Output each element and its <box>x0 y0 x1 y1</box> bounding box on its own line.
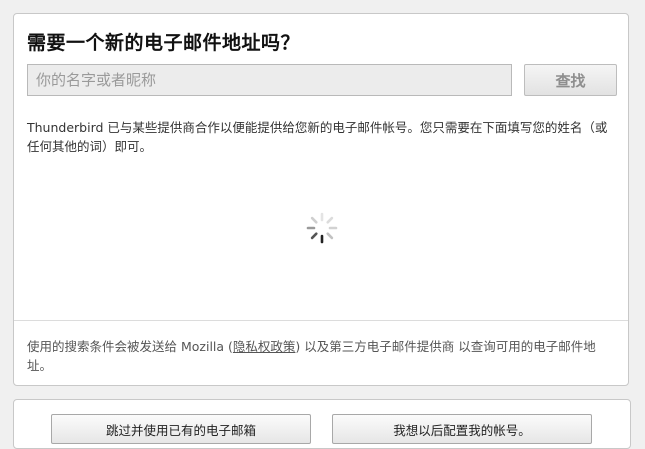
privacy-note: 使用的搜索条件会被发送给 Mozilla (隐私权政策) 以及第三方电子邮件提供… <box>27 337 619 375</box>
divider <box>14 320 628 321</box>
skip-use-existing-button[interactable]: 跳过并使用已有的电子邮箱 <box>51 414 311 444</box>
spinner-icon <box>306 212 338 244</box>
description-text: Thunderbird 已与某些提供商合作以便能提供给您新的电子邮件帐号。您只需… <box>27 120 608 154</box>
name-search-input[interactable] <box>27 64 512 96</box>
privacy-policy-link[interactable]: 隐私权政策 <box>233 339 296 354</box>
provisioner-panel: 需要一个新的电子邮件地址吗？ 查找 Thunderbird 已与某些提供商合作以… <box>13 13 629 386</box>
configure-later-button[interactable]: 我想以后配置我的帐号。 <box>332 414 592 444</box>
search-button[interactable]: 查找 <box>524 64 617 96</box>
privacy-note-prefix: 使用的搜索条件会被发送给 Mozilla ( <box>27 339 233 354</box>
page-title: 需要一个新的电子邮件地址吗？ <box>27 32 301 54</box>
action-bar: 跳过并使用已有的电子邮箱 我想以后配置我的帐号。 <box>13 399 631 449</box>
